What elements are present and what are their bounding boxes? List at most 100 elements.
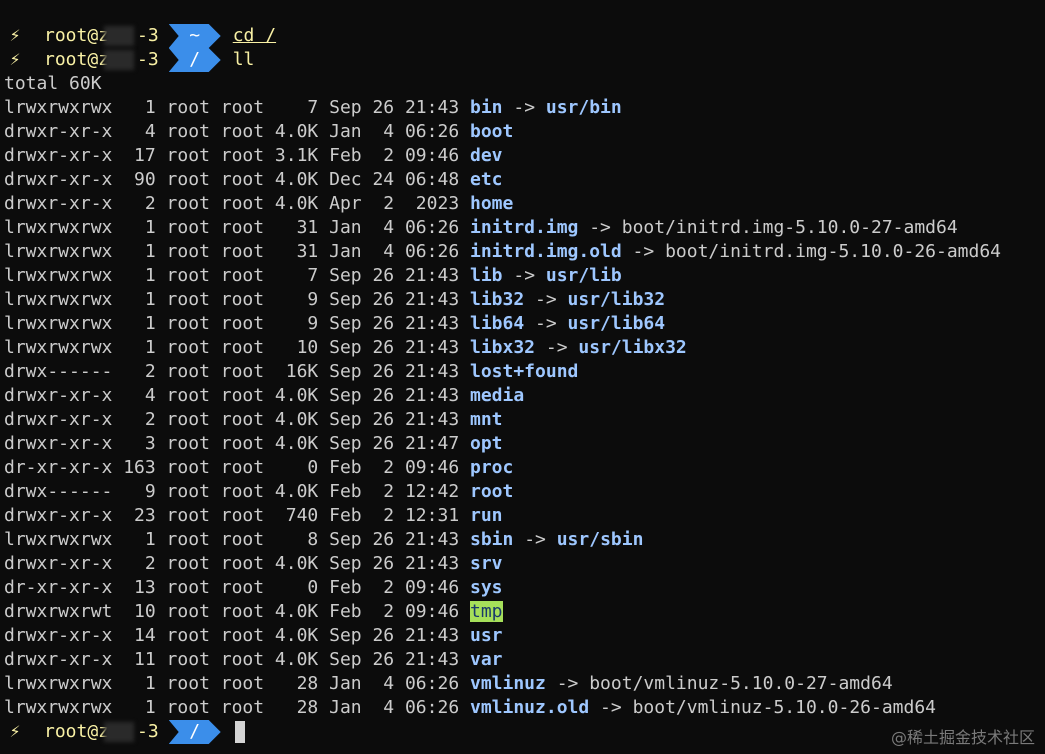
entry-name: run [470, 505, 503, 526]
entry-meta: lrwxrwxrwx 1 root root 28 Jan 4 06:26 [4, 673, 470, 694]
entry-meta: drwxr-xr-x 2 root root 4.0K Sep 26 21:43 [4, 409, 470, 430]
listing-row: lrwxrwxrwx 1 root root 28 Jan 4 06:26 vm… [4, 672, 1045, 696]
entry-name: mnt [470, 409, 503, 430]
directory-listing: lrwxrwxrwx 1 root root 7 Sep 26 21:43 bi… [4, 96, 1045, 720]
entry-meta: drwx------ 2 root root 16K Sep 26 21:43 [4, 361, 470, 382]
entry-meta: lrwxrwxrwx 1 root root 7 Sep 26 21:43 [4, 97, 470, 118]
entry-meta: drwxr-xr-x 2 root root 4.0K Apr 2 2023 [4, 193, 470, 214]
prompt-user: root@z -3 [44, 721, 159, 742]
entry-name: var [470, 649, 503, 670]
entry-meta: lrwxrwxrwx 1 root root 28 Jan 4 06:26 [4, 697, 470, 718]
entry-meta: drwx------ 9 root root 4.0K Feb 2 12:42 [4, 481, 470, 502]
entry-meta: drwxr-xr-x 2 root root 4.0K Sep 26 21:43 [4, 553, 470, 574]
entry-meta: drwxr-xr-x 3 root root 4.0K Sep 26 21:47 [4, 433, 470, 454]
listing-row: drwxr-xr-x 2 root root 4.0K Apr 2 2023 h… [4, 192, 1045, 216]
listing-row: drwxr-xr-x 17 root root 3.1K Feb 2 09:46… [4, 144, 1045, 168]
prompt-line: ⚡ root@z -3 ~ cd / [4, 24, 1045, 48]
listing-row: drwxr-xr-x 23 root root 740 Feb 2 12:31 … [4, 504, 1045, 528]
bolt-icon: ⚡ [9, 25, 21, 46]
entry-name: root [470, 481, 514, 502]
listing-row: lrwxrwxrwx 1 root root 9 Sep 26 21:43 li… [4, 288, 1045, 312]
prompt-path-segment: / [169, 48, 221, 72]
entry-meta: drwxr-xr-x 90 root root 4.0K Dec 24 06:4… [4, 169, 470, 190]
command-text: ll [232, 49, 255, 70]
entry-name: lib [470, 265, 503, 286]
listing-row: drwxr-xr-x 11 root root 4.0K Sep 26 21:4… [4, 648, 1045, 672]
prompt-user: root@z -3 [44, 25, 159, 46]
listing-row: drwxr-xr-x 2 root root 4.0K Sep 26 21:43… [4, 408, 1045, 432]
entry-meta: lrwxrwxrwx 1 root root 31 Jan 4 06:26 [4, 217, 470, 238]
entry-name: tmp [470, 601, 503, 622]
entry-name: lost+found [470, 361, 579, 382]
listing-row: drwx------ 9 root root 4.0K Feb 2 12:42 … [4, 480, 1045, 504]
entry-name: lib32 [470, 289, 525, 310]
listing-row: drwxrwxrwt 10 root root 4.0K Feb 2 09:46… [4, 600, 1045, 624]
entry-name: media [470, 385, 525, 406]
entry-name: bin [470, 97, 503, 118]
listing-row: dr-xr-xr-x 13 root root 0 Feb 2 09:46 sy… [4, 576, 1045, 600]
symlink-arrow: -> [502, 265, 546, 286]
symlink-target: boot/initrd.img-5.10.0-27-amd64 [621, 217, 958, 238]
prompt-path-segment: / [169, 720, 221, 744]
terminal-output[interactable]: ⚡ root@z -3 ~ cd / ⚡ root@z -3 / ll total … [4, 24, 1045, 744]
symlink-target: usr/lib64 [567, 313, 666, 334]
symlink-arrow: -> [513, 529, 557, 550]
listing-row: lrwxrwxrwx 1 root root 28 Jan 4 06:26 vm… [4, 696, 1045, 720]
bolt-icon: ⚡ [9, 49, 21, 70]
entry-meta: lrwxrwxrwx 1 root root 10 Sep 26 21:43 [4, 337, 470, 358]
watermark: @稀土掘金技术社区 [890, 728, 1035, 747]
symlink-arrow: -> [524, 289, 568, 310]
listing-row: drwxr-xr-x 3 root root 4.0K Sep 26 21:47… [4, 432, 1045, 456]
entry-meta: drwxr-xr-x 4 root root 4.0K Sep 26 21:43 [4, 385, 470, 406]
entry-name: sbin [470, 529, 514, 550]
entry-name: vmlinuz [470, 673, 546, 694]
total-line: total 60K [4, 73, 102, 94]
entry-name: sys [470, 577, 503, 598]
listing-row: lrwxrwxrwx 1 root root 7 Sep 26 21:43 li… [4, 264, 1045, 288]
listing-row: lrwxrwxrwx 1 root root 31 Jan 4 06:26 in… [4, 216, 1045, 240]
entry-meta: dr-xr-xr-x 163 root root 0 Feb 2 09:46 [4, 457, 470, 478]
listing-row: dr-xr-xr-x 163 root root 0 Feb 2 09:46 p… [4, 456, 1045, 480]
entry-name: initrd.img.old [470, 241, 622, 262]
entry-meta: dr-xr-xr-x 13 root root 0 Feb 2 09:46 [4, 577, 470, 598]
listing-row: lrwxrwxrwx 1 root root 10 Sep 26 21:43 l… [4, 336, 1045, 360]
symlink-arrow: -> [502, 97, 546, 118]
symlink-target: usr/sbin [556, 529, 644, 550]
entry-name: usr [470, 625, 503, 646]
prompt-path-segment: ~ [169, 24, 221, 48]
entry-meta: drwxr-xr-x 14 root root 4.0K Sep 26 21:4… [4, 625, 470, 646]
entry-meta: drwxr-xr-x 4 root root 4.0K Jan 4 06:26 [4, 121, 470, 142]
listing-row: lrwxrwxrwx 1 root root 9 Sep 26 21:43 li… [4, 312, 1045, 336]
symlink-arrow: -> [621, 241, 666, 262]
listing-row: lrwxrwxrwx 1 root root 31 Jan 4 06:26 in… [4, 240, 1045, 264]
terminal-cursor[interactable] [234, 721, 245, 743]
symlink-arrow: -> [535, 337, 579, 358]
entry-meta: drwxr-xr-x 17 root root 3.1K Feb 2 09:46 [4, 145, 470, 166]
listing-row: drwxr-xr-x 14 root root 4.0K Sep 26 21:4… [4, 624, 1045, 648]
symlink-arrow: -> [545, 673, 590, 694]
listing-row: drwxr-xr-x 2 root root 4.0K Sep 26 21:43… [4, 552, 1045, 576]
entry-name: etc [470, 169, 503, 190]
entry-name: opt [470, 433, 503, 454]
prompt-line-current: ⚡ root@z -3 / [4, 720, 1045, 744]
entry-name: proc [470, 457, 514, 478]
symlink-target: usr/libx32 [578, 337, 687, 358]
symlink-arrow: -> [589, 697, 633, 718]
listing-row: lrwxrwxrwx 1 root root 8 Sep 26 21:43 sb… [4, 528, 1045, 552]
entry-meta: drwxr-xr-x 11 root root 4.0K Sep 26 21:4… [4, 649, 470, 670]
command-text: cd / [232, 25, 277, 46]
prompt-user: root@z -3 [44, 49, 159, 70]
entry-name: srv [470, 553, 503, 574]
listing-row: drwxr-xr-x 90 root root 4.0K Dec 24 06:4… [4, 168, 1045, 192]
symlink-target: boot/vmlinuz-5.10.0-26-amd64 [632, 697, 937, 718]
entry-meta: lrwxrwxrwx 1 root root 31 Jan 4 06:26 [4, 241, 470, 262]
symlink-target: usr/lib32 [567, 289, 666, 310]
entry-name: libx32 [470, 337, 536, 358]
prompt-line: ⚡ root@z -3 / ll [4, 48, 1045, 72]
listing-row: lrwxrwxrwx 1 root root 7 Sep 26 21:43 bi… [4, 96, 1045, 120]
entry-meta: lrwxrwxrwx 1 root root 9 Sep 26 21:43 [4, 289, 470, 310]
entry-name: boot [470, 121, 514, 142]
symlink-target: usr/lib [545, 265, 622, 286]
entry-name: initrd.img [470, 217, 579, 238]
entry-meta: lrwxrwxrwx 1 root root 8 Sep 26 21:43 [4, 529, 470, 550]
